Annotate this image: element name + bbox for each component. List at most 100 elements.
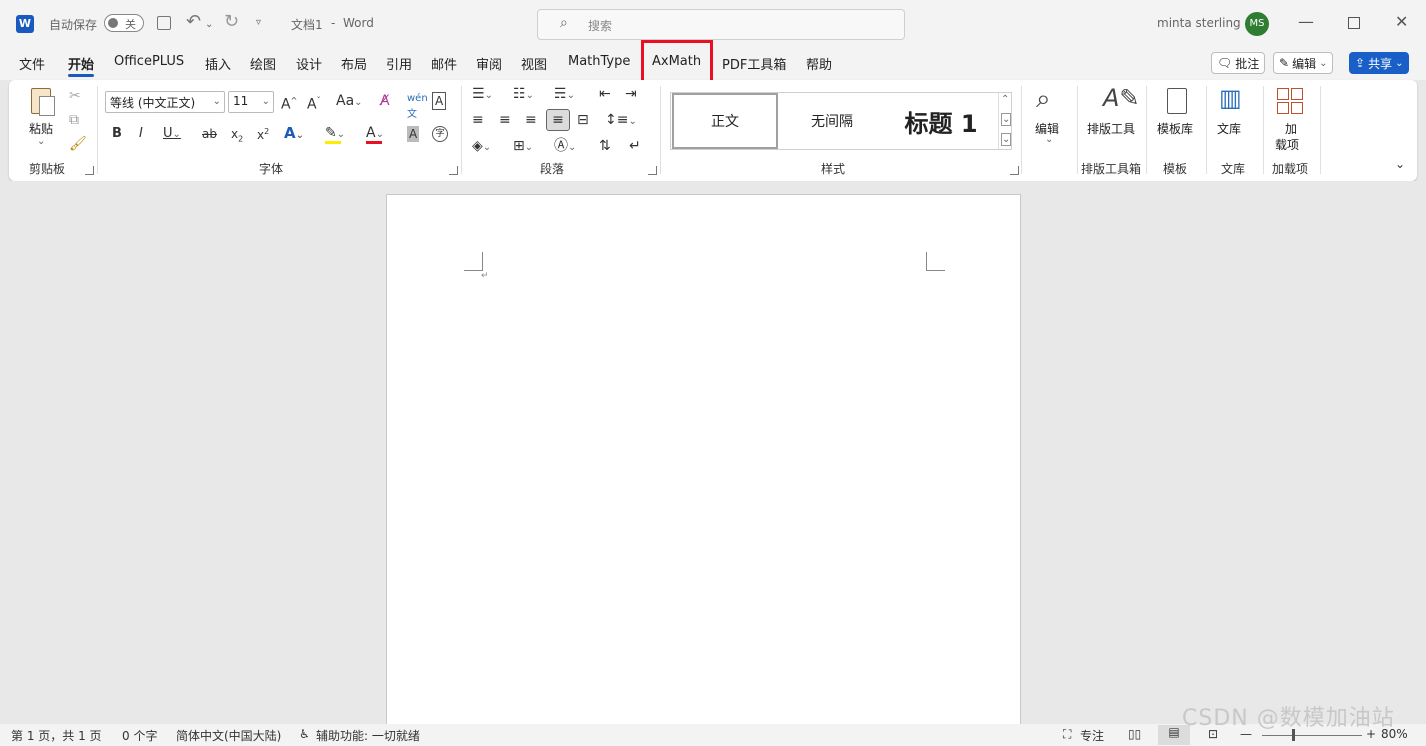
tab-insert[interactable]: 插入: [205, 54, 231, 73]
superscript-icon[interactable]: x2: [257, 124, 269, 143]
character-border-icon[interactable]: A: [432, 92, 447, 110]
font-launcher-icon[interactable]: [449, 166, 458, 175]
group-separator: [1146, 86, 1147, 174]
style-normal[interactable]: 正文: [672, 93, 778, 149]
layout-tools-button[interactable]: A✎ 排版工具: [1087, 84, 1145, 148]
comments-button[interactable]: 🗨 批注: [1211, 52, 1266, 74]
increase-indent-icon[interactable]: ⇥: [625, 86, 637, 102]
highlight-color-icon[interactable]: ✎⌄: [325, 125, 345, 144]
tab-home[interactable]: 开始: [68, 54, 95, 77]
close-icon[interactable]: ✕: [1395, 12, 1408, 31]
zoom-slider[interactable]: [1262, 729, 1362, 741]
undo-icon[interactable]: ↶: [186, 11, 201, 32]
grow-font-icon[interactable]: A^: [281, 93, 297, 113]
underline-icon[interactable]: U⌄: [163, 126, 181, 143]
autosave-label: 自动保存: [49, 18, 98, 32]
layout-tools-icon: A✎: [1103, 84, 1140, 112]
axmath-highlight-box: [641, 40, 713, 84]
multilevel-list-icon[interactable]: ☴⌄: [554, 86, 575, 104]
numbering-icon[interactable]: ☷⌄: [513, 86, 534, 104]
font-name-dropdown[interactable]: 等线 (中文正文) ⌄: [105, 91, 225, 113]
strikethrough-icon[interactable]: ab: [202, 126, 217, 142]
find-icon: ⌕: [1036, 84, 1051, 114]
read-mode-icon[interactable]: ▯▯: [1128, 727, 1141, 741]
justify-icon[interactable]: ≡: [546, 109, 570, 131]
text-effects-icon[interactable]: A⌄: [284, 125, 304, 144]
accessibility-status[interactable]: 辅助功能: 一切就绪: [316, 727, 420, 744]
undo-dropdown-icon[interactable]: ⌄: [205, 19, 213, 30]
word-count[interactable]: 0 个字: [122, 727, 157, 744]
borders-icon[interactable]: ⊞⌄: [513, 138, 533, 156]
customize-qat-icon[interactable]: ▿: [256, 17, 261, 28]
avatar[interactable]: MS: [1245, 12, 1269, 36]
language-status[interactable]: 简体中文(中国大陆): [176, 727, 281, 744]
style-no-spacing[interactable]: 无间隔: [779, 93, 885, 149]
style-heading-1[interactable]: 标题 1: [885, 93, 997, 149]
italic-icon[interactable]: I: [139, 126, 143, 142]
scroll-down-icon[interactable]: ⌄: [1001, 113, 1012, 126]
library-button[interactable]: ▥ 文库: [1215, 84, 1255, 148]
bullets-icon[interactable]: ☰⌄: [472, 86, 493, 104]
template-library-button[interactable]: 模板库: [1155, 86, 1203, 148]
phonetic-guide-icon[interactable]: wén 文: [407, 91, 428, 123]
editing-button[interactable]: ⌕ 编辑 ⌄: [1033, 84, 1067, 148]
word-logo-icon[interactable]: W: [16, 15, 34, 33]
clear-formatting-icon[interactable]: A̸: [380, 93, 390, 109]
cut-icon[interactable]: ✂: [69, 88, 81, 104]
shading-icon[interactable]: ◈⌄: [472, 138, 491, 156]
change-case-icon[interactable]: Aa⌄: [336, 93, 363, 111]
line-spacing-icon[interactable]: ↕≡⌄: [605, 112, 637, 130]
enclose-characters-icon[interactable]: 字: [432, 126, 448, 142]
clipboard-launcher-icon[interactable]: [85, 166, 94, 175]
tab-review[interactable]: 审阅: [476, 54, 502, 73]
tab-mailings[interactable]: 邮件: [431, 54, 457, 73]
save-icon[interactable]: [157, 16, 171, 30]
subscript-icon[interactable]: x2: [231, 126, 243, 147]
tab-draw[interactable]: 绘图: [250, 54, 276, 73]
show-marks-icon[interactable]: ↵: [629, 138, 641, 154]
shrink-font-icon[interactable]: Aˇ: [307, 93, 321, 113]
align-center-icon[interactable]: ≡: [499, 112, 511, 128]
font-size-dropdown[interactable]: 11 ⌄: [228, 91, 274, 113]
paragraph-group-label: 段落: [540, 162, 565, 176]
gallery-more-icon[interactable]: ⌄: [1001, 133, 1012, 146]
tab-layout[interactable]: 布局: [341, 54, 367, 73]
bold-icon[interactable]: B: [112, 126, 122, 142]
font-group-label: 字体: [259, 162, 284, 176]
tab-references[interactable]: 引用: [386, 54, 412, 73]
search-box[interactable]: ⌕ 搜索: [537, 9, 905, 40]
tab-file[interactable]: 文件: [19, 54, 45, 73]
minimize-icon[interactable]: —: [1298, 12, 1314, 31]
tab-help[interactable]: 帮助: [806, 54, 832, 73]
document-page[interactable]: ↵: [386, 194, 1021, 734]
decrease-indent-icon[interactable]: ⇤: [599, 86, 611, 102]
styles-launcher-icon[interactable]: [1010, 166, 1019, 175]
focus-mode-button[interactable]: 专注: [1080, 727, 1104, 744]
paragraph-launcher-icon[interactable]: [648, 166, 657, 175]
character-shading-icon[interactable]: A: [407, 126, 420, 142]
tab-pdf-toolbox[interactable]: PDF工具箱: [722, 54, 786, 73]
addins-button[interactable]: 加 载项: [1269, 86, 1313, 152]
page-count[interactable]: 第 1 页，共 1 页: [11, 727, 102, 744]
copy-icon[interactable]: ⧉: [69, 112, 79, 128]
format-painter-icon[interactable]: 🖌: [69, 136, 87, 152]
comment-icon: 🗨: [1217, 56, 1233, 70]
sort-icon[interactable]: ⇅: [599, 138, 611, 154]
editing-mode-button[interactable]: ✎ 编辑 ⌄: [1273, 52, 1334, 74]
chinese-layout-icon[interactable]: Ⓐ⌄: [554, 138, 576, 156]
maximize-icon[interactable]: [1348, 17, 1360, 29]
scroll-up-icon[interactable]: ⌃: [1001, 94, 1009, 105]
collapse-ribbon-icon[interactable]: ⌄: [1395, 156, 1405, 172]
font-color-icon[interactable]: A⌄: [366, 125, 384, 144]
tab-design[interactable]: 设计: [296, 54, 322, 73]
distributed-icon[interactable]: ⊟: [577, 112, 589, 128]
autosave-toggle[interactable]: 关: [104, 14, 144, 32]
tab-mathtype[interactable]: MathType: [568, 54, 630, 69]
tab-view[interactable]: 视图: [521, 54, 547, 73]
align-right-icon[interactable]: ≡: [525, 112, 537, 128]
redo-icon[interactable]: ↻: [224, 11, 239, 32]
tab-officeplus[interactable]: OfficePLUS: [114, 54, 184, 69]
align-left-icon[interactable]: ≡: [472, 112, 484, 128]
paste-button[interactable]: 粘贴 ⌄: [27, 86, 57, 148]
share-button[interactable]: ⇪ 共享 ⌄: [1349, 52, 1410, 74]
